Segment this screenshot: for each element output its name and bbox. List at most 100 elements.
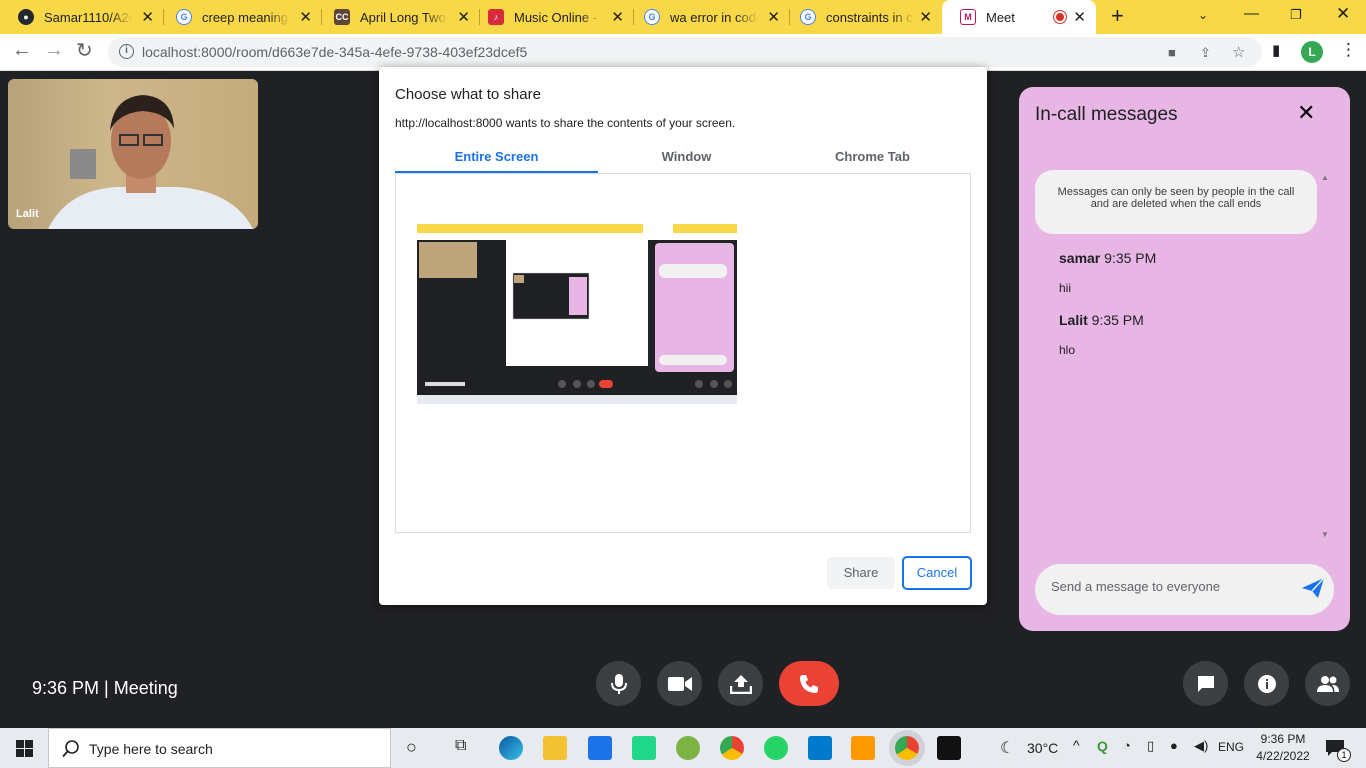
tab-entire-screen[interactable]: Entire Screen — [395, 149, 598, 173]
dialog-subtitle: http://localhost:8000 wants to share the… — [395, 116, 736, 130]
sublime-text-icon[interactable] — [851, 736, 875, 760]
share-page-icon[interactable]: ⇪ — [1200, 45, 1211, 61]
message-input[interactable] — [1051, 579, 1281, 594]
side-panel-icon[interactable]: ▮ — [1272, 41, 1280, 59]
search-icon — [62, 740, 79, 758]
cortana-icon[interactable]: ○ — [406, 737, 417, 758]
tab-title: April Long Two 2 — [360, 9, 448, 25]
scroll-down-arrow-icon[interactable]: ▼ — [1321, 530, 1329, 539]
notification-count-badge: 1 — [1337, 748, 1351, 762]
chat-button[interactable] — [1183, 661, 1228, 706]
reload-icon[interactable]: ↻ — [76, 38, 93, 63]
url-text: localhost:8000/room/d663e7de-345a-4efe-9… — [142, 44, 528, 60]
wifi-icon[interactable]: ◔ — [1123, 738, 1131, 753]
end-call-button[interactable] — [779, 661, 839, 706]
task-view-icon[interactable]: ⧉ — [455, 737, 466, 755]
message-sender: samar — [1059, 250, 1101, 266]
message-time: 9:35 PM — [1091, 312, 1144, 328]
message-text: hii — [1059, 281, 1072, 295]
back-icon[interactable]: ← — [12, 39, 32, 62]
chat-scrollbar[interactable] — [1318, 170, 1330, 543]
screen-thumbnail[interactable] — [417, 224, 737, 404]
share-button[interactable]: Share — [827, 557, 895, 589]
close-tab-icon[interactable]: ✕ — [611, 8, 624, 26]
close-icon[interactable]: ✕ — [1297, 100, 1315, 126]
pycharm-icon[interactable] — [632, 736, 656, 760]
minimize-icon[interactable]: — — [1244, 5, 1259, 22]
tab-title: Music Online - Li — [514, 9, 602, 25]
browser-tab[interactable]: ● Samar1110/A2OJ ✕ — [0, 0, 164, 34]
tab-title: constraints in coc — [826, 9, 914, 25]
battery-icon[interactable]: ▯ — [1147, 738, 1154, 754]
site-info-icon[interactable]: i — [119, 44, 134, 59]
cancel-button[interactable]: Cancel — [902, 556, 972, 590]
windows-start-icon[interactable] — [16, 740, 33, 757]
vscode-icon[interactable] — [808, 736, 832, 760]
edge-icon[interactable] — [499, 736, 523, 760]
terminal-icon[interactable] — [937, 736, 961, 760]
language-indicator[interactable]: ENG — [1218, 740, 1244, 754]
android-studio-icon[interactable] — [676, 736, 700, 760]
message-header: Lalit 9:35 PM — [1059, 312, 1144, 328]
meeting-info-button[interactable] — [1244, 661, 1289, 706]
recording-icon — [1054, 11, 1066, 23]
codechef-icon: CC — [334, 9, 350, 25]
close-tab-icon[interactable]: ✕ — [141, 8, 154, 26]
message-time: 9:35 PM — [1104, 250, 1157, 266]
browser-tab[interactable]: G creep meaning in ✕ — [158, 0, 322, 34]
tab-window[interactable]: Window — [585, 149, 788, 173]
taskbar-clock[interactable]: 9:36 PM 4/22/2022 — [1253, 731, 1313, 765]
address-bar[interactable]: i localhost:8000/room/d663e7de-345a-4efe… — [108, 37, 1262, 67]
weather-moon-icon[interactable]: ☾ — [1000, 738, 1014, 758]
phone-hangup-icon — [800, 674, 818, 693]
profile-avatar[interactable]: L — [1301, 41, 1323, 63]
weather-temp[interactable]: 30°C — [1027, 740, 1058, 756]
microphone-button[interactable] — [596, 661, 641, 706]
file-explorer-icon[interactable] — [543, 736, 567, 760]
scroll-up-arrow-icon[interactable]: ▲ — [1321, 173, 1329, 182]
screen-thumbnail-image — [417, 224, 737, 404]
browser-tab[interactable]: G wa error in codec ✕ — [626, 0, 790, 34]
close-tab-icon[interactable]: ✕ — [767, 8, 780, 26]
tab-chrome-tab[interactable]: Chrome Tab — [771, 149, 974, 173]
mail-icon[interactable] — [588, 736, 612, 760]
tab-title: creep meaning in — [202, 9, 290, 25]
close-tab-icon[interactable]: ✕ — [1073, 8, 1086, 26]
tab-title: Samar1110/A2OJ — [44, 9, 132, 25]
browser-tab[interactable]: G constraints in coc ✕ — [782, 0, 942, 34]
participants-button[interactable] — [1305, 661, 1350, 706]
chat-notice: Messages can only be seen by people in t… — [1035, 170, 1317, 234]
new-tab-icon[interactable]: + — [1111, 3, 1124, 29]
volume-icon[interactable]: ◀) — [1194, 738, 1208, 754]
browser-tab[interactable]: CC April Long Two 2 ✕ — [316, 0, 480, 34]
close-tab-icon[interactable]: ✕ — [919, 8, 932, 26]
browser-tab[interactable]: ♪ Music Online - Li ✕ — [470, 0, 634, 34]
camera-button[interactable] — [657, 661, 702, 706]
restore-icon[interactable]: ❐ — [1290, 7, 1302, 23]
tab-search-icon[interactable]: ⌄ — [1198, 8, 1208, 22]
forward-icon[interactable]: → — [44, 39, 64, 62]
message-header: samar 9:35 PM — [1059, 250, 1156, 266]
whatsapp-icon[interactable] — [764, 736, 788, 760]
close-tab-icon[interactable]: ✕ — [457, 8, 470, 26]
meet-icon: M — [960, 9, 976, 25]
chrome-active-icon[interactable] — [895, 736, 919, 760]
camera-in-use-icon[interactable]: ■ — [1168, 45, 1176, 60]
show-hidden-icons-icon[interactable]: ^ — [1073, 737, 1080, 753]
music-icon: ♪ — [488, 9, 504, 25]
browser-tab-active[interactable]: M Meet ✕ — [942, 0, 1096, 34]
close-tab-icon[interactable]: ✕ — [299, 8, 312, 26]
qbittorrent-icon[interactable]: Q — [1097, 738, 1108, 754]
browser-tab-strip: ● Samar1110/A2OJ ✕ G creep meaning in ✕ … — [0, 0, 1366, 34]
microphone-tray-icon[interactable]: ● — [1170, 738, 1178, 753]
clock-date: 4/22/2022 — [1256, 749, 1310, 763]
chrome-icon[interactable] — [720, 736, 744, 760]
bookmark-star-icon[interactable]: ☆ — [1232, 43, 1245, 61]
in-call-messages-panel: In-call messages ✕ Messages can only be … — [1019, 87, 1350, 631]
tab-title: wa error in codec — [670, 9, 758, 25]
present-screen-button[interactable] — [718, 661, 763, 706]
send-icon[interactable] — [1301, 577, 1325, 599]
more-menu-icon[interactable]: ⋮ — [1340, 40, 1357, 60]
close-window-icon[interactable]: ✕ — [1336, 4, 1350, 24]
taskbar-search-box[interactable]: Type here to search — [48, 728, 391, 768]
